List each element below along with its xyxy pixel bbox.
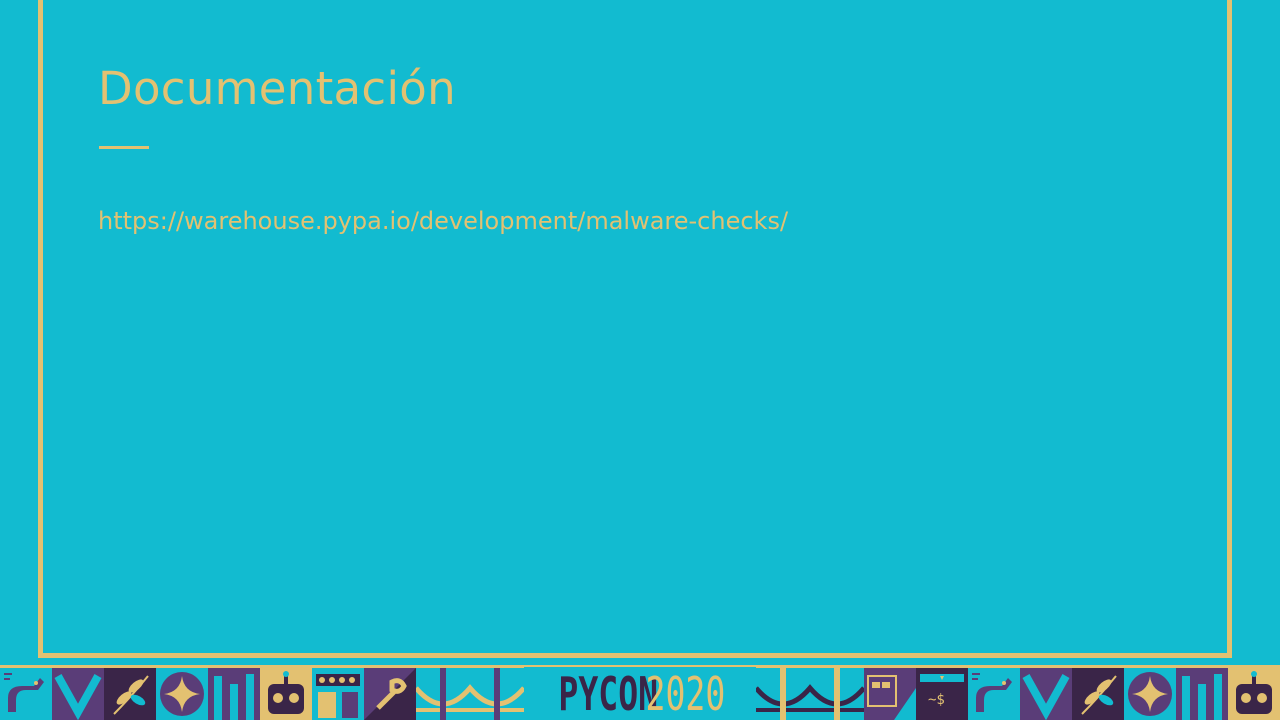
columns-icon [208, 668, 260, 720]
star-badge-icon [156, 668, 208, 720]
documentation-link[interactable]: https://warehouse.pypa.io/development/ma… [98, 207, 788, 235]
star-badge-icon [1124, 668, 1176, 720]
robot-icon [260, 668, 312, 720]
logo-year: 2020 [645, 666, 726, 720]
columns-icon [1176, 668, 1228, 720]
bridge-icon [754, 668, 866, 720]
snake-icon [0, 668, 52, 720]
wrench-icon [364, 668, 416, 720]
terminal-prompt: ~$ [928, 692, 945, 708]
bridge-icon [414, 668, 526, 720]
terminal-icon: ~$ [916, 668, 968, 720]
pycon-footer-banner: PYCON 2020 ~$ [0, 665, 1280, 720]
leaf-icon [1072, 668, 1124, 720]
circuit-icon [312, 668, 364, 720]
chevron-down-icon [52, 668, 104, 720]
slide-title: Documentación [98, 62, 456, 115]
snake-icon [968, 668, 1020, 720]
window-icon [864, 668, 916, 720]
title-underline [99, 146, 149, 149]
chevron-down-icon [1020, 668, 1072, 720]
pycon-2020-logo: PYCON 2020 [524, 667, 756, 720]
logo-text: PYCON [558, 666, 659, 720]
leaf-icon [104, 668, 156, 720]
robot-icon [1228, 668, 1280, 720]
